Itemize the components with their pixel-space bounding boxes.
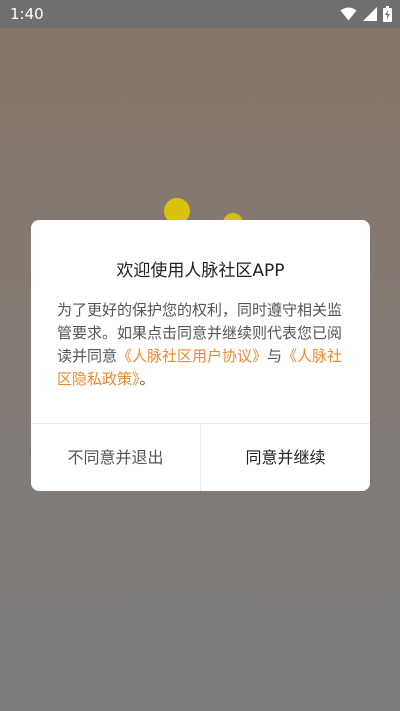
wifi-icon [340, 7, 357, 21]
agree-continue-button[interactable]: 同意并继续 [201, 424, 370, 491]
signal-icon [363, 7, 377, 21]
dialog-title: 欢迎使用人脉社区APP [116, 261, 285, 281]
user-agreement-link[interactable]: 《人脉社区用户协议》 [117, 347, 267, 365]
dialog-connector-text: 与 [267, 347, 283, 365]
status-time: 1:40 [10, 5, 44, 23]
privacy-consent-dialog: 欢迎使用人脉社区APP 为了更好的保护您的权利，同时遵守相关监管要求。如果点击同… [31, 220, 370, 491]
dialog-body: 为了更好的保护您的权利，同时遵守相关监管要求。如果点击同意并继续则代表您已阅读并… [57, 299, 347, 391]
status-icons [340, 6, 392, 22]
battery-charging-icon [383, 6, 392, 22]
disagree-exit-button[interactable]: 不同意并退出 [31, 424, 200, 491]
dialog-body-end: 。 [139, 370, 155, 388]
status-bar: 1:40 [0, 0, 400, 28]
